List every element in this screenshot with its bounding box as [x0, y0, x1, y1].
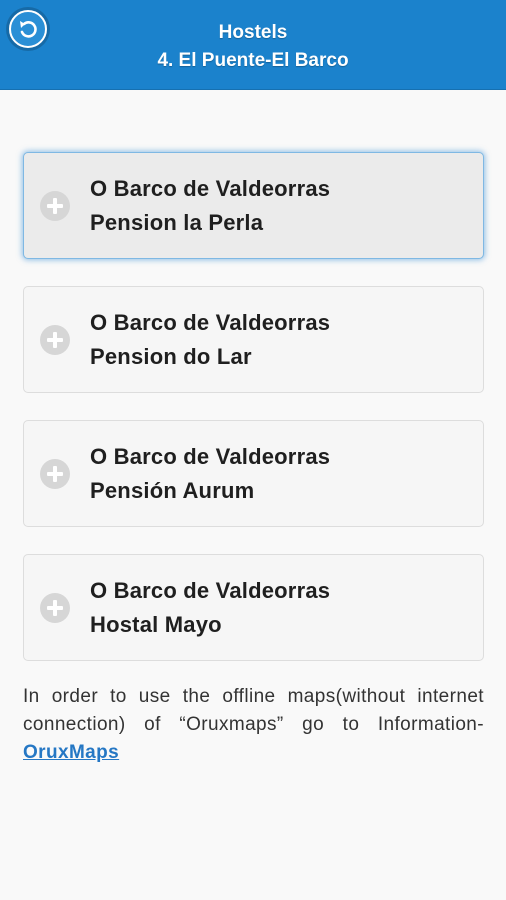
back-button[interactable] — [9, 10, 47, 48]
list-item-town: O Barco de Valdeorras — [90, 310, 331, 335]
header-bar: Hostels 4. El Puente-El Barco — [0, 0, 506, 90]
list-item[interactable]: O Barco de Valdeorras Pension la Perla — [23, 152, 484, 259]
oruxmaps-link[interactable]: OruxMaps — [23, 742, 119, 763]
list-item-label: O Barco de Valdeorras Hostal Mayo — [90, 574, 330, 642]
list-item-name: Hostal Mayo — [90, 612, 222, 637]
plus-circle-icon — [40, 459, 70, 489]
list-item[interactable]: O Barco de Valdeorras Pensión Aurum — [23, 420, 484, 527]
plus-circle-icon — [40, 593, 70, 623]
list-item-label: O Barco de Valdeorras Pensión Aurum — [90, 440, 330, 508]
list-item-town: O Barco de Valdeorras — [90, 444, 331, 469]
offline-maps-info: In order to use the offline maps(without… — [23, 683, 484, 767]
back-arrow-icon — [20, 21, 37, 38]
plus-circle-icon — [40, 325, 70, 355]
list-item-name: Pension la Perla — [90, 210, 264, 235]
page-title: Hostels 4. El Puente-El Barco — [80, 19, 426, 75]
list-item-town: O Barco de Valdeorras — [90, 176, 331, 201]
list-item[interactable]: O Barco de Valdeorras Pension do Lar — [23, 286, 484, 393]
list-item-town: O Barco de Valdeorras — [90, 578, 331, 603]
hostel-list: O Barco de Valdeorras Pension la Perla O… — [23, 152, 484, 688]
list-item-name: Pension do Lar — [90, 344, 252, 369]
list-item[interactable]: O Barco de Valdeorras Hostal Mayo — [23, 554, 484, 661]
list-item-label: O Barco de Valdeorras Pension la Perla — [90, 172, 330, 240]
list-item-name: Pensión Aurum — [90, 478, 255, 503]
info-text: In order to use the offline maps(without… — [23, 686, 484, 735]
title-line-1: Hostels — [218, 22, 288, 43]
plus-circle-icon — [40, 191, 70, 221]
title-line-2: 4. El Puente-El Barco — [157, 50, 349, 71]
list-item-label: O Barco de Valdeorras Pension do Lar — [90, 306, 330, 374]
